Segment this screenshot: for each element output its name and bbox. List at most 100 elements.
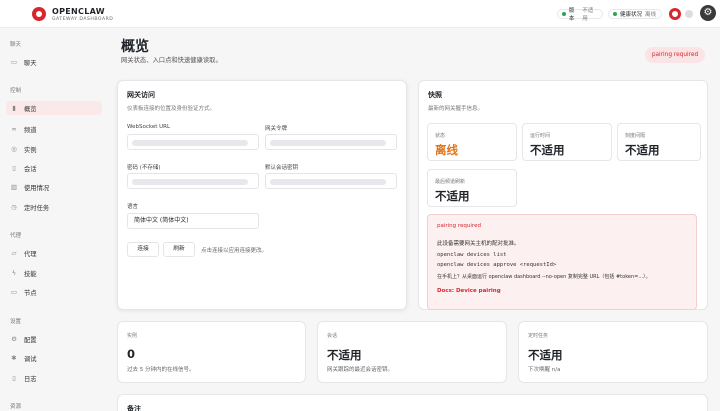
sidebar-item-chat[interactable]: ▭ 聊天	[6, 55, 102, 69]
stat-value: 不适用	[625, 143, 660, 157]
avatar[interactable]	[669, 8, 681, 20]
brand-subtitle: GATEWAY DASHBOARD	[52, 17, 114, 22]
stat-value: 不适用	[530, 143, 565, 157]
sidebar-section-settings: 设置	[10, 319, 22, 325]
status-dot-icon	[613, 12, 617, 16]
sidebar-item-sessions[interactable]: ▯ 会话	[6, 161, 102, 175]
sidebar-item-label: 技能	[24, 270, 37, 278]
sidebar-item-channels[interactable]: ∞ 频道	[6, 122, 102, 136]
sidebar-section-resources: 资源	[10, 404, 22, 410]
top-bar: OPENCLAW GATEWAY DASHBOARD 版本 不适用 健康状况 离…	[0, 0, 720, 28]
version-label: 版本	[568, 8, 575, 22]
radio-icon: ◎	[11, 145, 17, 153]
uptime-stat: 运行时间 不适用	[522, 123, 612, 161]
card-label: 定时任务	[528, 333, 549, 339]
brand-name: OPENCLAW	[52, 7, 105, 16]
card-description: 最新的网关握手信息。	[428, 106, 484, 112]
status-dot-icon	[562, 12, 566, 16]
sidebar-item-debug[interactable]: ✱ 调试	[6, 351, 102, 365]
stat-label: 最后频道刷新	[435, 179, 466, 185]
theme-toggle-icon[interactable]	[685, 10, 693, 18]
folder-icon: ▱	[11, 249, 17, 257]
sidebar-item-label: 频道	[24, 126, 37, 134]
language-select[interactable]: 简体中文 (简体中文)	[127, 213, 259, 229]
sidebar-item-skills[interactable]: ϟ 技能	[6, 266, 102, 280]
document-icon: ▯	[12, 164, 16, 172]
websocket-url-input[interactable]	[127, 134, 259, 150]
card-label: 实例	[127, 333, 138, 339]
gateway-token-label: 网关令牌	[265, 126, 288, 132]
pairing-required-callout: pairing required 此设备需要网关主机的配对批准。 opencla…	[427, 214, 697, 310]
stat-value: 不适用	[435, 189, 470, 203]
refresh-button[interactable]: 刷新	[163, 242, 195, 257]
next-wake-value: n/a	[551, 367, 561, 373]
sidebar-item-label: 定时任务	[24, 204, 50, 212]
page-title: 概览	[121, 39, 149, 55]
instances-card: 实例 0 过去 5 分钟内的在线信号。	[117, 321, 306, 383]
page-subtitle: 网关状态、入口点和快速健康读取。	[121, 57, 222, 64]
sidebar-section-chat: 聊天	[10, 42, 22, 48]
sidebar-item-logs[interactable]: ▯ 日志	[6, 371, 102, 385]
sidebar-item-instances[interactable]: ◎ 实例	[6, 142, 102, 156]
session-key-label: 默认会话密钥	[265, 165, 299, 171]
clock-icon: ◷	[11, 203, 17, 211]
next-wake-label: 下次唤醒	[528, 367, 551, 373]
usage-chart-icon: ▥	[10, 183, 18, 191]
version-value: 不适用	[582, 8, 594, 22]
notes-card: 备注	[117, 394, 708, 411]
language-label: 语言	[127, 204, 139, 210]
card-value: 不适用	[327, 348, 362, 362]
bar-chart-icon: ▮	[12, 104, 16, 112]
sidebar-item-usage[interactable]: ▥ 使用情况	[6, 180, 102, 194]
pairing-description: 此设备需要网关主机的配对批准。	[437, 241, 520, 247]
sidebar-item-cron[interactable]: ◷ 定时任务	[6, 200, 102, 214]
connect-hint: 点击连接以应用连接更改。	[201, 248, 268, 254]
version-status: 版本 不适用	[557, 8, 603, 22]
card-subtext: 下次唤醒 n/a	[528, 365, 560, 373]
health-value: 离线	[645, 12, 657, 18]
stat-label: 状态	[435, 133, 446, 139]
openclaw-logo-icon	[32, 7, 46, 21]
monitor-icon: ▭	[10, 288, 18, 296]
password-input[interactable]	[127, 173, 259, 189]
card-value: 0	[127, 347, 136, 361]
pairing-command-approve: openclaw devices approve <requestId>	[437, 262, 557, 268]
sessions-card: 会话 不适用 网关跟踪的最近会话密钥。	[317, 321, 507, 383]
sidebar-item-config[interactable]: ⚙ 配置	[6, 332, 102, 346]
sidebar-item-overview[interactable]: ▮ 概览	[6, 101, 102, 115]
card-description: 仪表板连接的位置及身份验证方式。	[127, 106, 216, 112]
session-key-input[interactable]	[265, 173, 397, 189]
file-icon: ▯	[12, 374, 16, 382]
sidebar-item-label: 实例	[24, 146, 37, 154]
gateway-token-input[interactable]	[265, 134, 397, 150]
gateway-access-card: 网关访问 仪表板连接的位置及身份验证方式。 WebSocket URL 网关令牌…	[117, 80, 407, 310]
pairing-note: 在手机上？从桌面运行 openclaw dashboard --no-open …	[437, 274, 651, 280]
stat-label: 运行时间	[530, 133, 551, 139]
sidebar: 聊天 ▭ 聊天 控制 ▮ 概览 ∞ 频道 ◎ 实例 ▯ 会话 ▥ 使用情况 ◷ …	[0, 28, 108, 411]
health-label: 健康状况	[620, 12, 643, 18]
sidebar-item-nodes[interactable]: ▭ 节点	[6, 285, 102, 299]
card-title: 快照	[428, 91, 442, 99]
card-title: 网关访问	[127, 91, 155, 99]
sidebar-section-control: 控制	[10, 88, 22, 94]
sidebar-item-agents[interactable]: ▱ 代理	[6, 246, 102, 260]
card-value: 不适用	[528, 348, 563, 362]
connect-button[interactable]: 连接	[127, 242, 159, 257]
sidebar-item-label: 会话	[24, 165, 37, 173]
card-label: 会话	[327, 333, 338, 339]
card-subtext: 网关跟踪的最近会话密钥。	[327, 367, 394, 373]
sidebar-item-label: 使用情况	[24, 184, 50, 192]
health-status: 健康状况 离线	[608, 9, 662, 19]
gear-icon[interactable]: ⚙	[700, 5, 716, 21]
link-icon: ∞	[11, 125, 17, 133]
tick-interval-stat: 刻度间隔 不适用	[617, 123, 701, 161]
sidebar-item-label: 代理	[24, 250, 37, 258]
card-subtext: 过去 5 分钟内的在线信号。	[127, 367, 195, 373]
lightning-icon: ϟ	[11, 269, 17, 277]
password-label: 密码 (不存储)	[127, 165, 161, 171]
chat-icon: ▭	[10, 58, 18, 66]
stat-value: 离线	[435, 143, 458, 157]
sidebar-section-agent: 代理	[10, 233, 22, 239]
status-stat: 状态 离线	[427, 123, 517, 161]
docs-device-pairing-link[interactable]: Docs: Device pairing	[437, 288, 501, 294]
